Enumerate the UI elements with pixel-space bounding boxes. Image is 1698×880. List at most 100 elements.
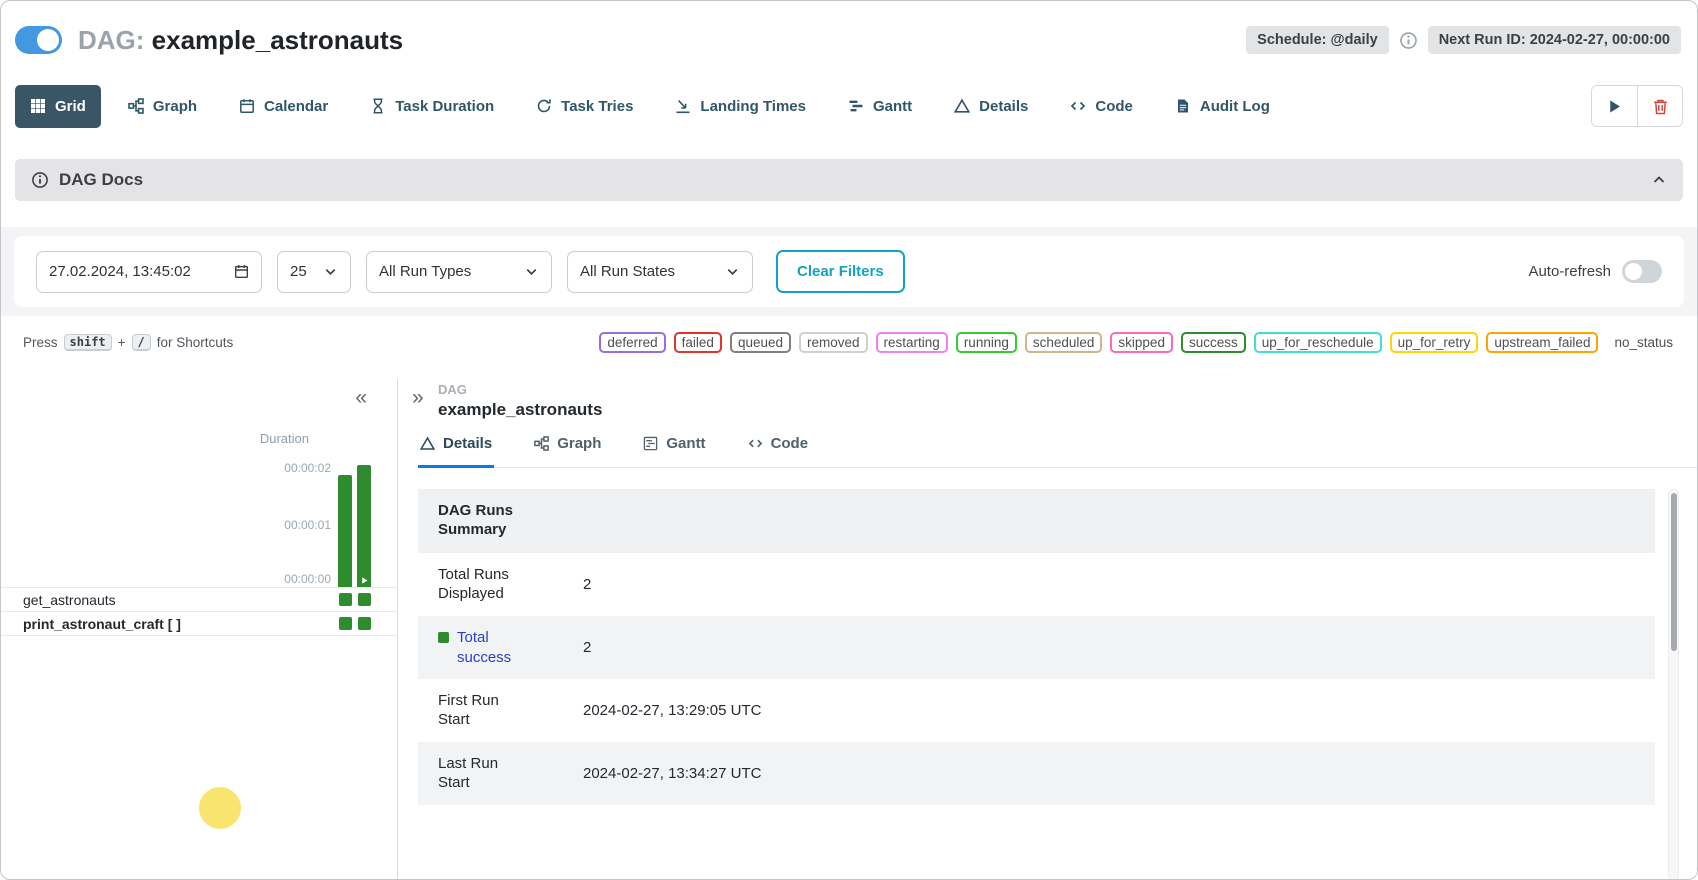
- auto-refresh-label: Auto-refresh: [1528, 263, 1611, 280]
- date-picker-icon[interactable]: [234, 264, 249, 279]
- task-list: get_astronauts print_astronaut_craft [ ]: [1, 587, 397, 636]
- details-tab-details[interactable]: Details: [418, 435, 494, 468]
- table-row: Last Run Start 2024-02-27, 13:34:27 UTC: [418, 742, 1655, 805]
- clear-filters-button[interactable]: Clear Filters: [776, 250, 905, 293]
- nav-tab-audit-log[interactable]: Audit Log: [1160, 85, 1285, 128]
- auto-refresh-toggle[interactable]: [1622, 260, 1662, 283]
- scrollbar-thumb[interactable]: [1671, 493, 1677, 651]
- gantt-icon: [848, 98, 864, 114]
- status-pill-up-for-retry[interactable]: up_for_retry: [1390, 332, 1479, 353]
- trigger-dag-button[interactable]: [1592, 86, 1637, 126]
- audit-log-icon: [1175, 98, 1191, 114]
- details-tab-gantt[interactable]: Gantt: [641, 435, 707, 468]
- details-tab-label: Gantt: [666, 435, 705, 452]
- task-row[interactable]: print_astronaut_craft [ ]: [1, 611, 397, 635]
- nav-tab-task-tries[interactable]: Task Tries: [521, 85, 648, 128]
- details-tab-code[interactable]: Code: [746, 435, 811, 468]
- run-states-select[interactable]: All Run States: [567, 251, 753, 293]
- task-instance-square-success[interactable]: [358, 617, 371, 630]
- graph-icon: [128, 98, 144, 114]
- base-date-value[interactable]: [49, 263, 214, 280]
- status-legend: deferred failed queued removed restartin…: [599, 332, 1681, 353]
- details-tab-graph[interactable]: Graph: [532, 435, 603, 468]
- status-pill-scheduled[interactable]: scheduled: [1025, 332, 1103, 353]
- nav-tab-landing-times[interactable]: Landing Times: [660, 85, 821, 128]
- summary-table-title: DAG Runs Summary: [438, 502, 530, 540]
- details-panel: » DAG example_astronauts Details Graph G…: [398, 379, 1697, 880]
- info-icon[interactable]: [1399, 31, 1418, 50]
- status-pill-upstream-failed[interactable]: upstream_failed: [1486, 332, 1598, 353]
- task-name[interactable]: print_astronaut_craft [ ]: [23, 616, 181, 632]
- axis-tick: 00:00:00: [284, 572, 331, 586]
- status-pill-running[interactable]: running: [956, 332, 1017, 353]
- chevron-down-icon: [323, 264, 338, 279]
- status-pill-failed[interactable]: failed: [674, 332, 722, 353]
- nav-tab-task-duration[interactable]: Task Duration: [355, 85, 509, 128]
- dag-run-bar[interactable]: [338, 475, 352, 587]
- task-instance-square-success[interactable]: [358, 593, 371, 606]
- nav-tab-label: Calendar: [264, 98, 328, 115]
- yellow-highlight-circle: [199, 787, 241, 829]
- filter-card: 25 All Run Types All Run States Clear Fi…: [14, 236, 1684, 307]
- nav-tab-list: Grid Graph Calendar Task Duration Task T…: [15, 85, 1285, 128]
- landing-icon: [675, 98, 691, 114]
- collapse-panel-icon[interactable]: «: [355, 387, 367, 408]
- status-pill-success[interactable]: success: [1181, 332, 1246, 353]
- num-runs-select[interactable]: 25: [277, 251, 351, 293]
- row-value: 2: [583, 566, 1655, 603]
- axis-tick: 00:00:02: [284, 461, 331, 475]
- status-pill-up-for-reschedule[interactable]: up_for_reschedule: [1254, 332, 1382, 353]
- nav-tab-label: Task Tries: [561, 98, 633, 115]
- details-breadcrumb: DAG: [438, 382, 602, 397]
- dag-run-bars: [338, 465, 371, 587]
- task-name[interactable]: get_astronauts: [23, 592, 116, 608]
- row-value: 2024-02-27, 13:34:27 UTC: [583, 755, 1655, 792]
- nav-tab-label: Gantt: [873, 98, 912, 115]
- status-pill-queued[interactable]: queued: [730, 332, 791, 353]
- status-pill-skipped[interactable]: skipped: [1110, 332, 1173, 353]
- nav-tab-calendar[interactable]: Calendar: [224, 85, 343, 128]
- nav-tab-graph[interactable]: Graph: [113, 85, 212, 128]
- code-icon: [748, 436, 763, 451]
- dag-pause-toggle[interactable]: [15, 26, 62, 54]
- task-instance-squares: [339, 593, 371, 606]
- status-pill-restarting[interactable]: restarting: [876, 332, 948, 353]
- total-success-link[interactable]: Total success: [457, 628, 519, 667]
- dag-name: example_astronauts: [152, 25, 403, 55]
- task-instance-square-success[interactable]: [339, 617, 352, 630]
- dag-prefix-label: DAG:: [78, 25, 144, 55]
- table-row: Total Runs Displayed 2: [418, 553, 1655, 616]
- calendar-icon: [239, 98, 255, 114]
- shortcuts-text: Press: [23, 335, 58, 350]
- nav-tab-details[interactable]: Details: [939, 85, 1043, 128]
- nav-tab-code[interactable]: Code: [1055, 85, 1148, 128]
- expand-panel-icon[interactable]: »: [412, 387, 424, 408]
- nav-tab-gantt[interactable]: Gantt: [833, 85, 927, 128]
- legend-row: Press shift + / for Shortcuts deferred f…: [1, 332, 1697, 353]
- run-types-select[interactable]: All Run Types: [366, 251, 552, 293]
- nav-tab-label: Grid: [55, 98, 86, 115]
- gantt-icon: [643, 436, 658, 451]
- nav-tab-grid[interactable]: Grid: [15, 85, 101, 128]
- details-tab-label: Graph: [557, 435, 601, 452]
- scrollbar-track[interactable]: [1668, 489, 1679, 880]
- auto-refresh-wrap: Auto-refresh: [1528, 260, 1662, 283]
- base-date-input[interactable]: [36, 251, 262, 293]
- dag-docs-panel[interactable]: DAG Docs: [15, 159, 1683, 201]
- status-pill-deferred[interactable]: deferred: [599, 332, 665, 353]
- chevron-up-icon[interactable]: [1651, 172, 1667, 188]
- topbar: DAG: example_astronauts Schedule: @daily…: [1, 1, 1697, 63]
- page-title: DAG: example_astronauts: [78, 25, 403, 56]
- status-pill-no-status[interactable]: no_status: [1606, 332, 1681, 353]
- status-pill-removed[interactable]: removed: [799, 332, 868, 353]
- task-row[interactable]: get_astronauts: [1, 587, 397, 611]
- shortcuts-text: +: [118, 335, 126, 350]
- table-row: First Run Start 2024-02-27, 13:29:05 UTC: [418, 679, 1655, 742]
- chevron-down-icon: [524, 264, 539, 279]
- task-instance-square-success[interactable]: [339, 593, 352, 606]
- toggle-knob: [1625, 263, 1642, 280]
- details-tab-label: Details: [443, 435, 492, 452]
- dag-run-bar-selected[interactable]: [357, 465, 371, 587]
- delete-dag-button[interactable]: [1637, 86, 1682, 126]
- row-label: Last Run Start: [438, 755, 530, 793]
